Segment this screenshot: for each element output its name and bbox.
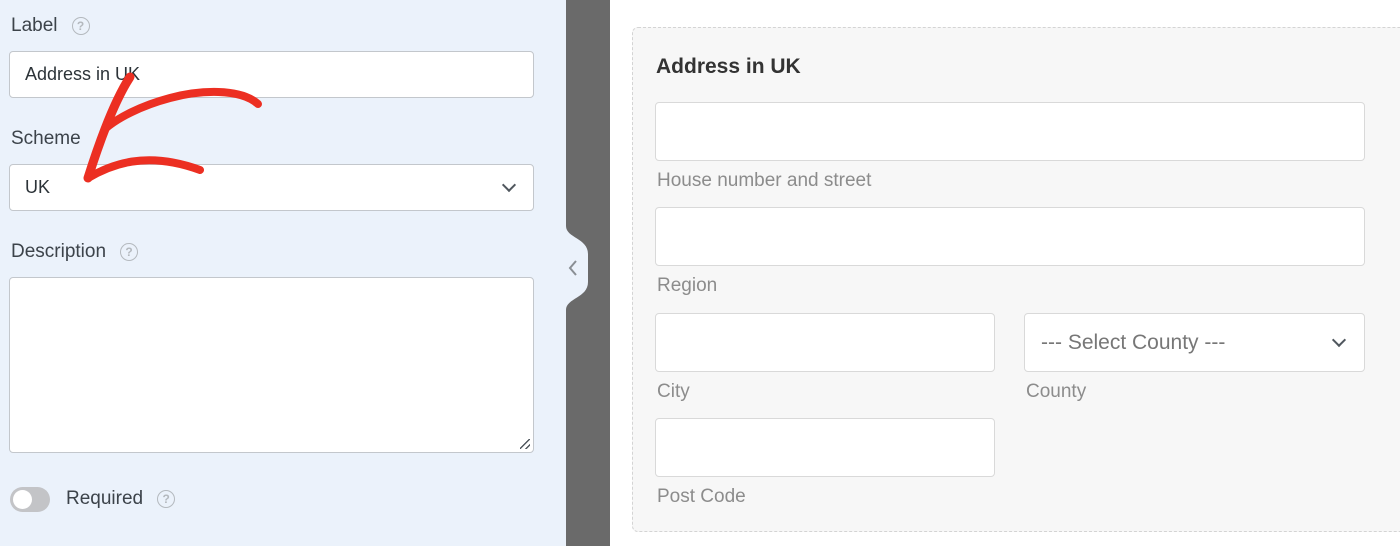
scheme-select-value: UK <box>25 177 51 197</box>
postcode-input[interactable] <box>655 418 995 477</box>
required-title: Required <box>66 488 144 509</box>
description-field-label: Description ? <box>11 241 139 263</box>
collapse-panel-button[interactable] <box>566 226 590 310</box>
label-input-value: Address in UK <box>25 64 141 84</box>
region-input[interactable] <box>655 207 1365 266</box>
street-input[interactable] <box>655 102 1365 161</box>
region-sublabel: Region <box>657 275 718 296</box>
address-field-card[interactable]: Address in UK House number and street Re… <box>632 27 1400 532</box>
county-select-placeholder: --- Select County --- <box>1041 330 1226 354</box>
help-icon[interactable]: ? <box>71 17 90 35</box>
address-field-title: Address in UK <box>656 55 801 78</box>
scheme-title: Scheme <box>11 128 81 149</box>
label-input[interactable]: Address in UK <box>9 51 534 98</box>
toggle-knob <box>13 490 32 509</box>
label-field-label: Label ? <box>11 15 90 37</box>
chevron-down-icon <box>1331 332 1347 347</box>
required-toggle[interactable] <box>10 487 50 512</box>
help-icon[interactable]: ? <box>120 243 139 261</box>
city-sublabel: City <box>657 381 690 402</box>
street-sublabel: House number and street <box>657 170 872 191</box>
description-title: Description <box>11 241 107 262</box>
description-textarea[interactable] <box>9 277 534 453</box>
chevron-down-icon <box>501 177 517 192</box>
help-icon[interactable]: ? <box>157 490 176 508</box>
city-input[interactable] <box>655 313 995 372</box>
postcode-sublabel: Post Code <box>657 486 746 507</box>
scheme-field-label: Scheme <box>11 128 81 150</box>
form-preview: Address in UK House number and street Re… <box>610 0 1400 546</box>
required-field-label: Required ? <box>66 488 176 510</box>
field-options-panel: Label ? Address in UK Scheme UK Descript… <box>0 0 566 546</box>
county-sublabel: County <box>1026 381 1087 402</box>
county-select[interactable]: --- Select County --- <box>1024 313 1365 372</box>
scheme-select[interactable]: UK <box>9 164 534 211</box>
resize-handle-icon[interactable] <box>520 439 530 449</box>
label-title: Label <box>11 15 58 36</box>
